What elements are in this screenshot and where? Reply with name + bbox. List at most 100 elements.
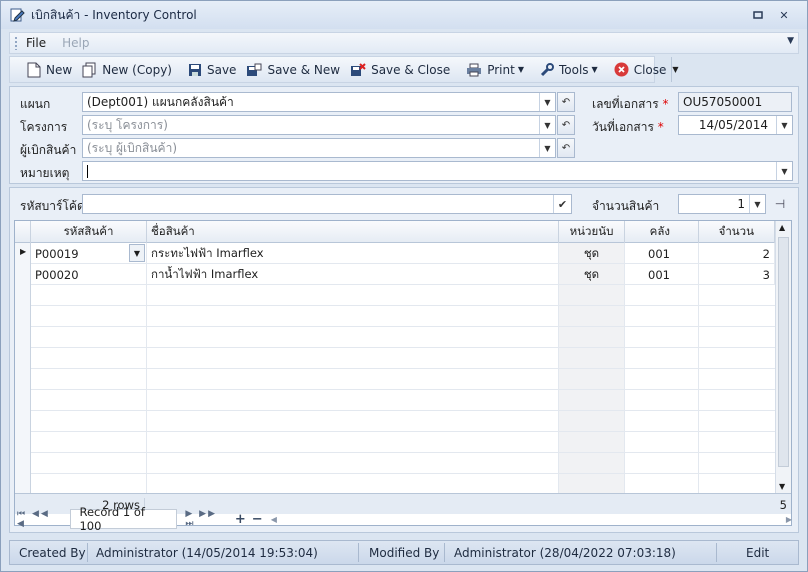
- close-circle-icon: [614, 62, 629, 77]
- wrench-icon: [540, 62, 554, 76]
- nav-next-last-icons[interactable]: ▶ ▶▶ ⏭: [185, 509, 230, 529]
- save-close-label: Save & Close: [371, 62, 451, 77]
- created-by-label: Created By: [19, 545, 86, 560]
- empty-row: [15, 453, 775, 474]
- close-icon[interactable]: ✕: [777, 8, 791, 22]
- created-by-value: Administrator (14/05/2014 19:53:04): [96, 545, 318, 560]
- cell-code[interactable]: P00019 ▼: [31, 243, 147, 264]
- column-header-unit[interactable]: หน่วยนับ: [559, 221, 625, 243]
- menu-file[interactable]: File: [26, 36, 46, 50]
- empty-row: [15, 411, 775, 432]
- scrollbar-thumb[interactable]: [778, 237, 789, 467]
- row-indicator: ▶: [15, 243, 31, 264]
- cell-qty[interactable]: 2: [699, 243, 775, 264]
- status-divider: [716, 543, 717, 562]
- undo-icon[interactable]: ↶: [557, 115, 575, 135]
- edit-mode-status: Edit: [746, 545, 770, 560]
- print-button[interactable]: Print ▼: [461, 59, 529, 81]
- qty-input[interactable]: 1 ▼: [678, 194, 766, 214]
- empty-row: [15, 348, 775, 369]
- nav-first-prev-icons[interactable]: ⏮ ◀◀ ◀: [17, 509, 62, 529]
- save-close-icon: [351, 62, 366, 76]
- grid-header: รหัสสินค้า ชื่อสินค้า หน่วยนับ คลัง จำนว…: [15, 221, 775, 243]
- barcode-input[interactable]: ✔: [82, 194, 572, 214]
- save-new-button[interactable]: Save & New: [241, 59, 345, 81]
- scroll-left-icon[interactable]: ◀: [271, 515, 277, 524]
- new-button[interactable]: New: [22, 59, 77, 81]
- cell-unit[interactable]: ชุด: [559, 243, 625, 264]
- cell-warehouse[interactable]: 001: [625, 264, 699, 285]
- vertical-scrollbar[interactable]: ▲ ▼: [775, 221, 791, 493]
- chevron-down-icon[interactable]: ▼: [129, 244, 145, 262]
- table-row[interactable]: P00020 กาน้ำไฟฟ้า Imarflex ชุด 001 3: [15, 264, 775, 285]
- table-row[interactable]: ▶ P00019 ▼ กระทะไฟฟ้า Imarflex ชุด 001 2: [15, 243, 775, 264]
- new-document-icon: [27, 62, 41, 77]
- add-row-icon[interactable]: +: [235, 512, 246, 527]
- check-icon[interactable]: ✔: [553, 195, 571, 213]
- empty-row: [15, 432, 775, 453]
- scroll-up-icon[interactable]: ▲: [779, 223, 785, 232]
- items-panel: รหัสบาร์โค้ด ✔ จำนวนสินค้า 1 ▼ ⊣ รหัสสิน…: [9, 187, 799, 533]
- undo-icon[interactable]: ↶: [557, 92, 575, 112]
- menu-help[interactable]: Help: [62, 36, 89, 50]
- scroll-down-icon[interactable]: ▼: [779, 482, 785, 491]
- save-close-button[interactable]: Save & Close: [345, 59, 455, 81]
- save-label: Save: [206, 62, 237, 77]
- tools-label: Tools: [558, 62, 589, 77]
- menu-options-icon[interactable]: ▼: [787, 36, 794, 46]
- cell-qty[interactable]: 3: [699, 264, 775, 285]
- project-field[interactable]: (ระบุ โครงการ) ▼: [82, 115, 556, 135]
- qty-label: จำนวนสินค้า: [592, 199, 660, 213]
- status-divider: [87, 543, 88, 562]
- cell-warehouse[interactable]: 001: [625, 243, 699, 264]
- empty-row: [15, 369, 775, 390]
- pin-icon[interactable]: ⊣: [770, 196, 790, 212]
- grip-handle[interactable]: [14, 36, 18, 50]
- project-placeholder: (ระบุ โครงการ): [87, 117, 168, 132]
- save-new-icon: [247, 63, 262, 76]
- note-label: หมายเหตุ: [20, 166, 70, 180]
- cell-name[interactable]: กระทะไฟฟ้า Imarflex: [147, 243, 559, 264]
- chevron-down-icon[interactable]: ▼: [749, 195, 765, 213]
- restore-icon[interactable]: [751, 8, 765, 22]
- chevron-down-icon[interactable]: ▼: [539, 139, 555, 157]
- cell-name[interactable]: กาน้ำไฟฟ้า Imarflex: [147, 264, 559, 285]
- window-title: เบิกสินค้า - Inventory Control: [31, 7, 197, 22]
- docno-field: OU57050001: [678, 92, 792, 112]
- status-divider: [444, 543, 445, 562]
- column-header-code[interactable]: รหัสสินค้า: [31, 221, 147, 243]
- copy-document-icon: [82, 62, 96, 77]
- chevron-down-icon[interactable]: ▼: [539, 93, 555, 111]
- undo-icon[interactable]: ↶: [557, 138, 575, 158]
- close-button[interactable]: Close: [609, 59, 672, 81]
- cell-code[interactable]: P00020: [31, 264, 147, 285]
- empty-row: [15, 327, 775, 348]
- remove-row-icon[interactable]: −: [252, 512, 263, 527]
- toolbar-overflow-icon[interactable]: ▼: [671, 57, 679, 82]
- modified-by-value: Administrator (28/04/2022 07:03:18): [454, 545, 676, 560]
- new-copy-button[interactable]: New (Copy): [77, 59, 177, 81]
- project-label: โครงการ: [20, 120, 68, 134]
- requester-field[interactable]: (ระบุ ผู้เบิกสินค้า) ▼: [82, 138, 556, 158]
- items-grid: รหัสสินค้า ชื่อสินค้า หน่วยนับ คลัง จำนว…: [14, 220, 792, 526]
- column-header-qty[interactable]: จำนวน: [699, 221, 775, 243]
- tools-button[interactable]: Tools ▼: [535, 59, 603, 81]
- chevron-down-icon[interactable]: ▼: [776, 162, 792, 180]
- row-indicator-header: [15, 221, 31, 243]
- empty-row: [15, 285, 775, 306]
- chevron-down-icon[interactable]: ▼: [776, 116, 792, 134]
- docdate-field[interactable]: 14/05/2014 ▼: [678, 115, 793, 135]
- chevron-down-icon: ▼: [517, 65, 524, 74]
- menu-bar: File Help ▼: [9, 32, 799, 54]
- column-header-warehouse[interactable]: คลัง: [625, 221, 699, 243]
- save-button[interactable]: Save: [183, 59, 241, 81]
- column-header-name[interactable]: ชื่อสินค้า: [147, 221, 559, 243]
- horizontal-scrollbar[interactable]: ◀ ▶: [271, 512, 792, 526]
- scroll-right-icon[interactable]: ▶: [786, 515, 792, 524]
- note-field[interactable]: ▼: [82, 161, 793, 181]
- dept-field[interactable]: (Dept001) แผนกคลังสินค้า ▼: [82, 92, 556, 112]
- cell-unit[interactable]: ชุด: [559, 264, 625, 285]
- status-divider: [358, 543, 359, 562]
- text-caret: [87, 164, 88, 178]
- chevron-down-icon[interactable]: ▼: [539, 116, 555, 134]
